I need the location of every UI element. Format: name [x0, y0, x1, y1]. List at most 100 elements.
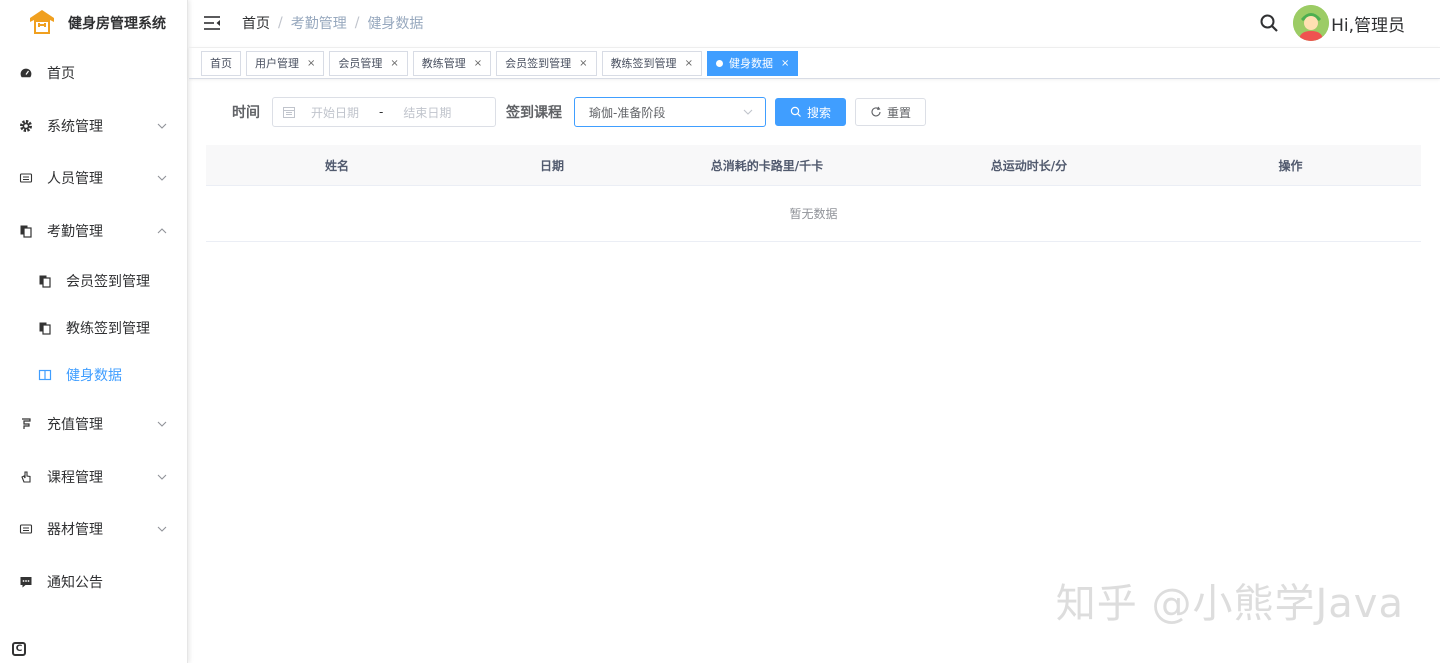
close-icon[interactable]: × [579, 58, 587, 69]
sidebar-item-system[interactable]: 系统管理 [0, 100, 187, 153]
sidebar-item-label: 首页 [47, 66, 75, 83]
column-header-name: 姓名 [324, 158, 349, 173]
avatar[interactable] [1293, 5, 1330, 41]
course-select-value: 瑜伽-准备阶段 [589, 105, 666, 120]
course-select[interactable]: 瑜伽-准备阶段 [574, 97, 766, 127]
sidebar-item-notice[interactable]: 通知公告 [0, 556, 187, 609]
tag-coach-checkin[interactable]: 教练签到管理 × [601, 50, 702, 76]
header-right: Hi,管理员 [1259, 0, 1405, 46]
sidebar-menu: 首页 系统管理 人员管理 考勤管理 会员签到管理 教练签到管理 健身数据 充值管… [0, 47, 187, 608]
reset-button-label: 重置 [887, 105, 912, 120]
navbar: 首页 / 考勤管理 / 健身数据 Hi,管理员 [189, 0, 1440, 46]
time-label: 时间 [232, 105, 260, 121]
search-form: 时间 开始日期 - 结束日期 签到课程 瑜伽-准备阶段 搜索 重置 [232, 97, 927, 127]
breadcrumb-separator: / [278, 15, 283, 31]
sidebar-item-recharge[interactable]: 充值管理 [0, 398, 187, 451]
column-header-calories: 总消耗的卡路里/千卡 [710, 158, 824, 173]
close-icon[interactable]: × [781, 58, 789, 69]
sidebar-item-label: 充值管理 [47, 417, 103, 434]
search-button-label: 搜索 [807, 105, 832, 120]
close-icon[interactable]: × [685, 58, 693, 69]
documents-icon [38, 321, 52, 335]
tag-coach-management[interactable]: 教练管理 × [412, 50, 492, 76]
chevron-down-icon [157, 474, 167, 480]
logo[interactable]: 健身房管理系统 [0, 0, 187, 46]
tag-label: 会员签到管理 [505, 57, 572, 70]
search-icon[interactable] [1259, 13, 1279, 33]
reset-button[interactable]: 重置 [855, 98, 927, 126]
tag-label: 用户管理 [255, 57, 299, 70]
tag-home[interactable]: 首页 [201, 50, 241, 76]
search-icon [790, 106, 801, 117]
chevron-down-icon [157, 526, 167, 533]
watermark: 知乎 @小熊学Java [1055, 581, 1404, 627]
sidebar-item-home[interactable]: 首页 [0, 47, 187, 100]
calendar-icon [283, 107, 295, 118]
sidebar-item-label: 通知公告 [47, 574, 103, 591]
book-icon [38, 368, 52, 382]
sidebar-item-member-checkin[interactable]: 会员签到管理 [0, 257, 187, 304]
sidebar-item-attendance[interactable]: 考勤管理 [0, 205, 187, 258]
dashboard-icon [19, 66, 33, 80]
close-icon[interactable]: × [390, 58, 398, 69]
chevron-down-icon [743, 109, 753, 115]
column-header-actions: 操作 [1278, 158, 1303, 173]
logo-icon [30, 10, 54, 34]
sidebar-item-people[interactable]: 人员管理 [0, 152, 187, 205]
tag-member-checkin[interactable]: 会员签到管理 × [496, 50, 597, 76]
equipment-icon [19, 522, 33, 536]
copyright-icon[interactable]: C [12, 642, 26, 656]
tag-label: 首页 [210, 57, 232, 70]
close-icon[interactable]: × [307, 58, 315, 69]
documents-icon [38, 274, 52, 288]
course-label: 签到课程 [506, 105, 562, 121]
active-dot-icon [715, 59, 723, 67]
sidebar-item-equipment[interactable]: 器材管理 [0, 503, 187, 556]
column-header-date: 日期 [539, 158, 564, 173]
close-icon[interactable]: × [474, 58, 482, 69]
date-range-picker[interactable]: 开始日期 - 结束日期 [272, 97, 496, 127]
message-icon [19, 575, 33, 589]
tag-user-management[interactable]: 用户管理 × [246, 50, 325, 76]
sidebar-item-label: 健身数据 [66, 367, 122, 384]
search-button[interactable]: 搜索 [775, 98, 847, 126]
range-separator: - [379, 105, 384, 119]
sidebar-item-label: 系统管理 [47, 118, 103, 135]
column-header-duration: 总运动时长/分 [990, 158, 1068, 173]
avatar-image [1293, 5, 1330, 41]
hand-icon [19, 470, 33, 484]
sidebar-item-fitness-data[interactable]: 健身数据 [0, 351, 187, 398]
chevron-down-icon [157, 123, 167, 129]
sidebar-item-label: 考勤管理 [47, 223, 103, 240]
sidebar-item-label: 课程管理 [47, 469, 103, 486]
documents-icon [19, 224, 33, 238]
start-date-input[interactable]: 开始日期 [311, 104, 359, 121]
tag-fitness-data[interactable]: 健身数据 × [706, 50, 799, 76]
recharge-icon [19, 417, 33, 431]
sidebar-item-coach-checkin[interactable]: 教练签到管理 [0, 304, 187, 351]
end-date-input[interactable]: 结束日期 [403, 104, 451, 121]
tag-label: 健身数据 [728, 57, 773, 70]
people-icon [19, 171, 33, 185]
sidebar-item-label: 器材管理 [47, 522, 103, 539]
table-empty-text: 暂无数据 [206, 186, 1421, 242]
breadcrumb-item-home[interactable]: 首页 [242, 13, 270, 33]
app-title: 健身房管理系统 [68, 16, 166, 32]
breadcrumb-item-attendance: 考勤管理 [290, 16, 347, 32]
gear-icon [19, 119, 33, 133]
tag-label: 会员管理 [338, 57, 383, 70]
chevron-up-icon [157, 227, 167, 234]
sidebar-item-label: 教练签到管理 [66, 320, 150, 337]
fitness-data-table: 姓名 日期 总消耗的卡路里/千卡 总运动时长/分 操作 暂无数据 [206, 145, 1421, 242]
sidebar-item-label: 人员管理 [47, 171, 103, 188]
breadcrumb-item-current: 健身数据 [367, 16, 424, 32]
tag-label: 教练管理 [421, 57, 466, 70]
chevron-down-icon [157, 421, 167, 428]
user-greeting[interactable]: Hi,管理员 [1331, 11, 1405, 36]
attendance-submenu: 会员签到管理 教练签到管理 健身数据 [0, 257, 187, 398]
sidebar-item-course[interactable]: 课程管理 [0, 451, 187, 504]
tag-member-management[interactable]: 会员管理 × [329, 50, 408, 76]
hamburger-icon[interactable] [203, 15, 221, 31]
sidebar-item-label: 会员签到管理 [66, 273, 150, 290]
sidebar: 健身房管理系统 首页 系统管理 人员管理 考勤管理 会员签到管理 教练签到管理 … [0, 0, 188, 663]
